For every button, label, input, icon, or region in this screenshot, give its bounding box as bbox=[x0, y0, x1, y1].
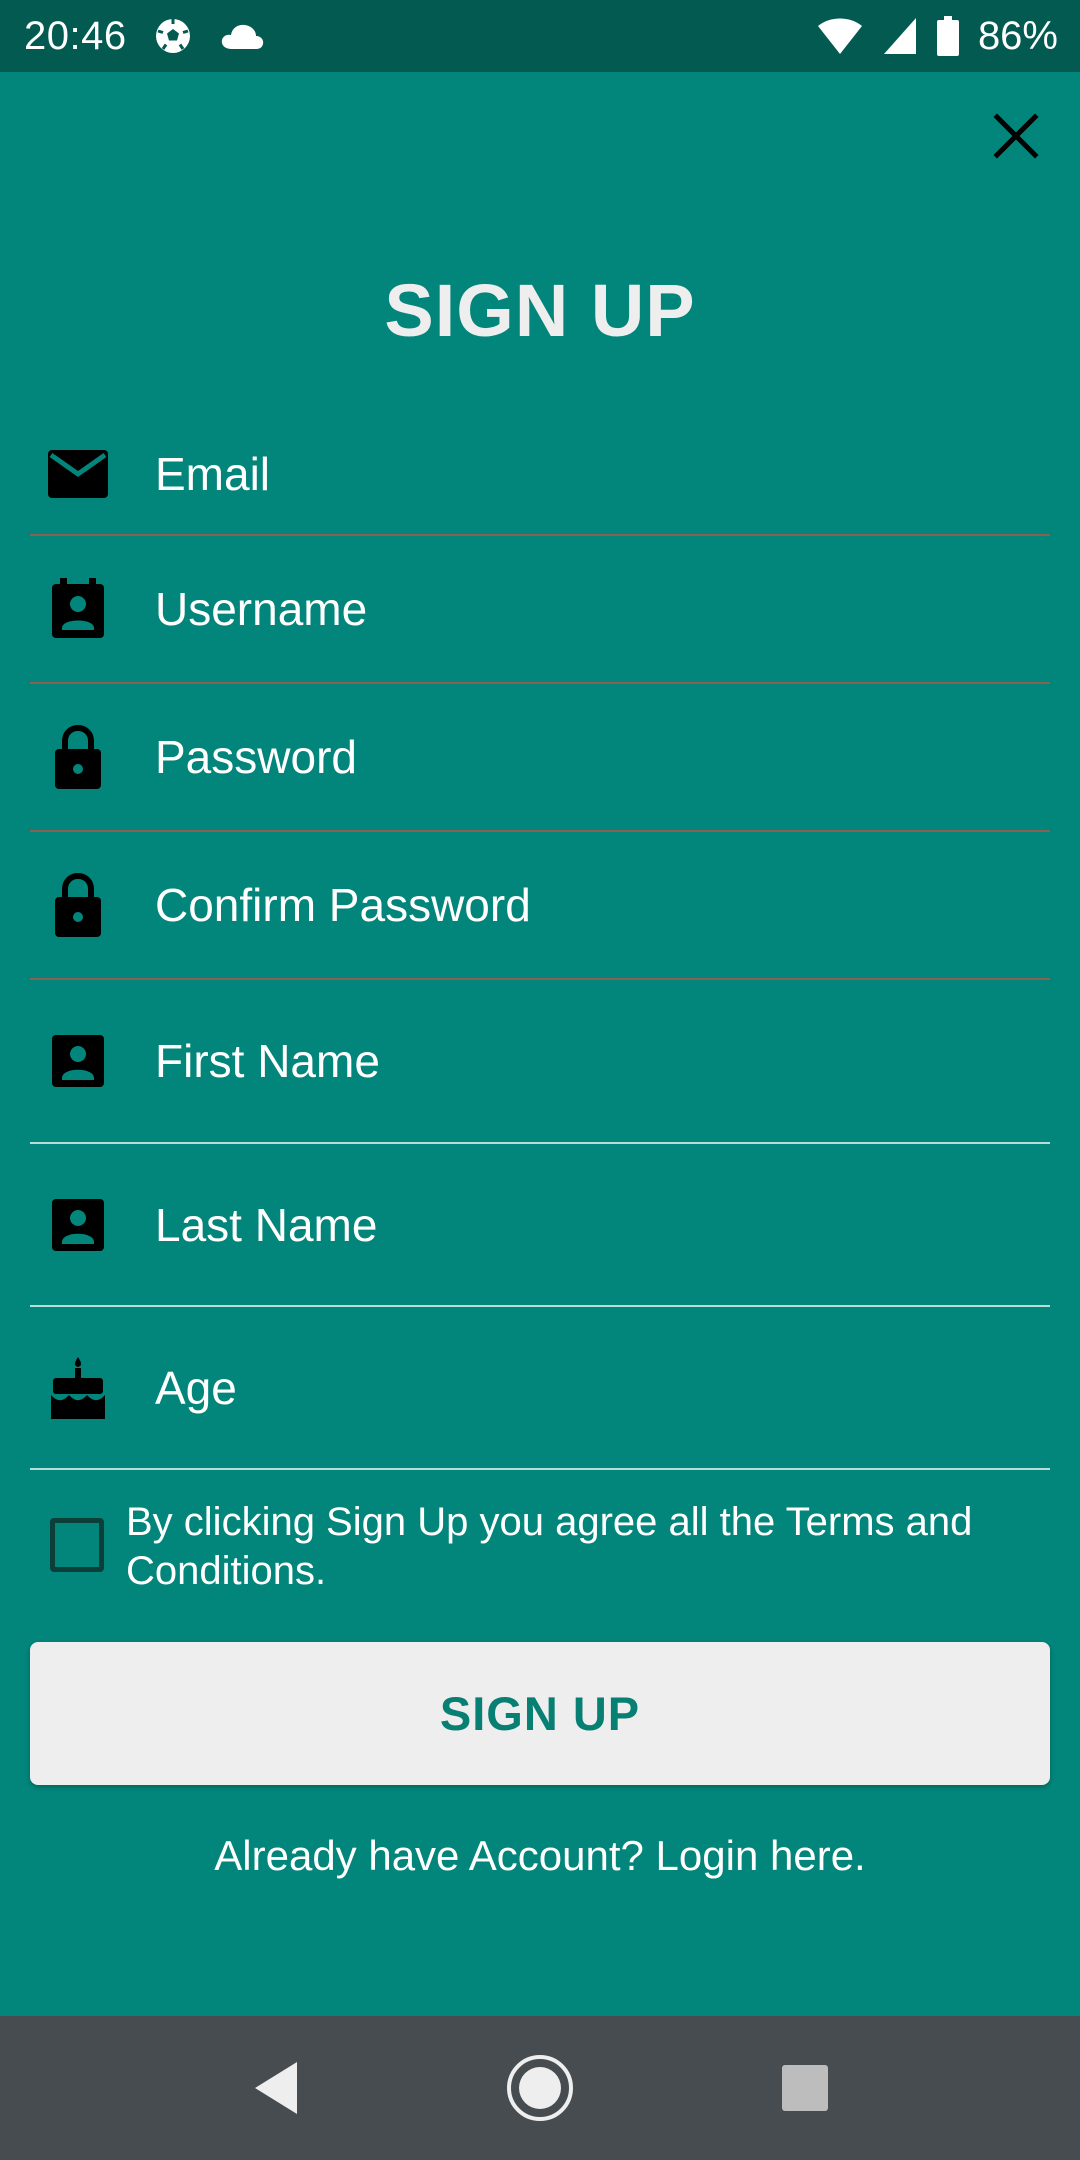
last-name-placeholder: Last Name bbox=[155, 1198, 378, 1251]
home-button[interactable] bbox=[500, 2048, 580, 2128]
last-name-field[interactable]: Last Name bbox=[30, 1144, 1050, 1307]
status-left: 20:46 bbox=[24, 14, 265, 59]
close-icon bbox=[993, 113, 1039, 159]
navigation-bar bbox=[0, 2016, 1080, 2160]
battery-icon bbox=[936, 16, 960, 56]
person-box-icon bbox=[30, 980, 126, 1142]
home-icon bbox=[507, 2055, 573, 2121]
battery-percent: 86% bbox=[977, 13, 1058, 58]
terms-row: By clicking Sign Up you agree all the Te… bbox=[50, 1498, 1040, 1596]
age-placeholder: Age bbox=[155, 1361, 237, 1414]
signal-icon bbox=[882, 16, 918, 56]
lock-icon bbox=[30, 832, 126, 978]
password-placeholder: Password bbox=[155, 731, 357, 783]
confirm-password-field[interactable]: Confirm Password bbox=[30, 832, 1050, 980]
sign-up-button[interactable]: SIGN UP bbox=[30, 1642, 1050, 1785]
status-bar: 20:46 86% bbox=[0, 0, 1080, 72]
email-field[interactable]: Email bbox=[30, 414, 1050, 536]
cake-icon bbox=[30, 1307, 126, 1468]
back-icon bbox=[255, 2062, 297, 2114]
confirm-password-placeholder: Confirm Password bbox=[155, 879, 531, 931]
terms-checkbox[interactable] bbox=[50, 1518, 104, 1572]
close-button[interactable] bbox=[986, 106, 1046, 166]
recents-button[interactable] bbox=[765, 2048, 845, 2128]
recents-icon bbox=[782, 2065, 828, 2111]
person-box-icon bbox=[30, 1144, 126, 1305]
terms-text: By clicking Sign Up you agree all the Te… bbox=[126, 1500, 973, 1593]
status-time: 20:46 bbox=[24, 13, 127, 58]
username-field[interactable]: Username bbox=[30, 536, 1050, 684]
email-icon bbox=[30, 414, 126, 534]
soccer-ball-icon bbox=[153, 16, 193, 56]
wifi-icon bbox=[816, 16, 864, 56]
first-name-placeholder: First Name bbox=[155, 1035, 380, 1087]
lock-icon bbox=[30, 684, 126, 830]
back-button[interactable] bbox=[236, 2048, 316, 2128]
status-right: 86% bbox=[816, 14, 1058, 59]
login-link[interactable]: Already have Account? Login here. bbox=[0, 1832, 1080, 1880]
first-name-field[interactable]: First Name bbox=[30, 980, 1050, 1144]
username-placeholder: Username bbox=[155, 583, 368, 635]
cloud-icon bbox=[219, 21, 265, 51]
age-field[interactable]: Age bbox=[30, 1307, 1050, 1470]
page-title: SIGN UP bbox=[384, 269, 696, 352]
contact-card-icon bbox=[30, 536, 126, 682]
password-field[interactable]: Password bbox=[30, 684, 1050, 832]
email-placeholder: Email bbox=[155, 448, 271, 500]
